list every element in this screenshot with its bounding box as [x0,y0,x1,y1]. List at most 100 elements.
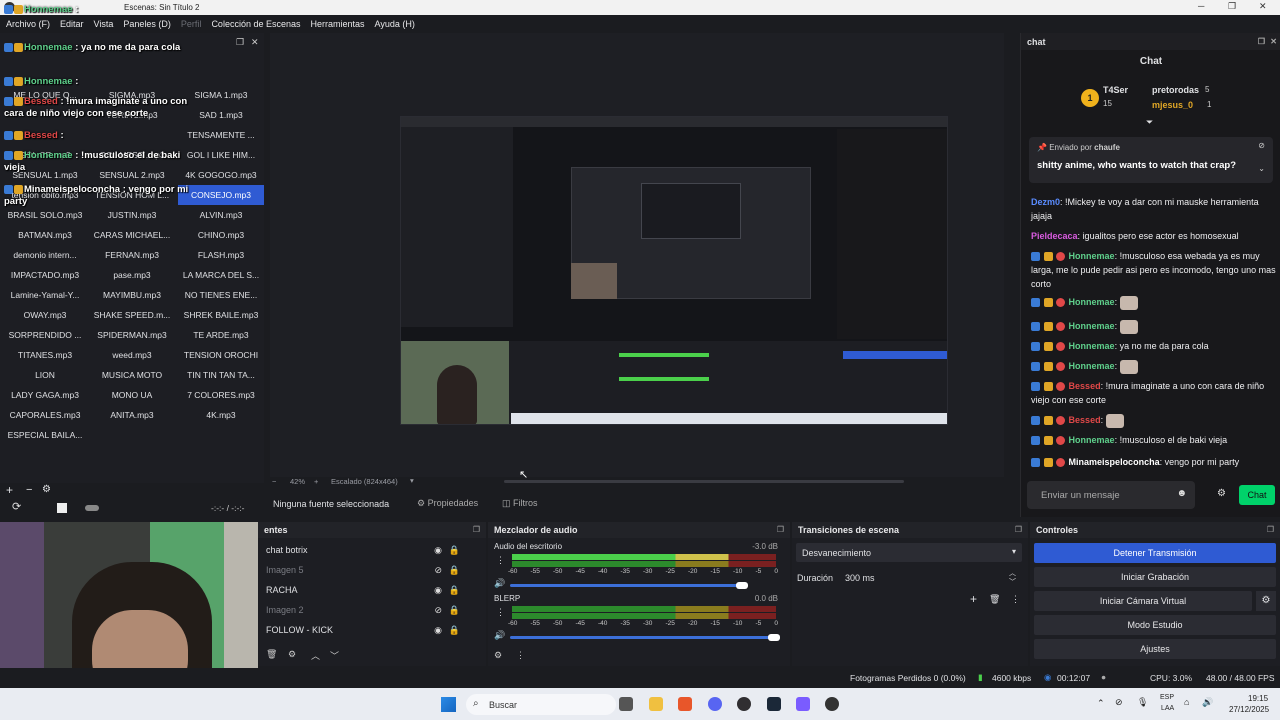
sound-button[interactable]: SORPRENDIDO ... [4,325,86,345]
chat-username[interactable]: Honnemae [1069,361,1115,371]
sound-button[interactable]: MAYIMBU.mp3 [90,285,174,305]
volume-icon[interactable] [85,505,99,511]
move-down-icon[interactable]: ﹀ [330,649,339,662]
virtual-camera-settings-icon[interactable]: ⚙ [1256,591,1276,611]
source-item[interactable]: FOLLOW - KICK ◉ 🔒 [258,620,486,640]
sound-button[interactable]: TITANES.mp3 [4,345,86,365]
chat-username[interactable]: Honnemae [1069,341,1115,351]
volume-slider[interactable] [510,584,744,587]
clock-time[interactable]: 19:15 [1248,694,1268,703]
lock-icon[interactable]: 🔒 [449,620,460,640]
mixer-settings-icon[interactable]: ⚙ [494,650,502,661]
sound-button[interactable]: LION [4,365,86,385]
chat-username[interactable]: Minameispeloconcha [1069,457,1160,467]
emoji-icon[interactable]: ☻ [1176,488,1187,499]
minimize-button[interactable]: ─ [1198,1,1204,11]
dock-float-icon[interactable]: ❐ [473,525,480,534]
volume-slider-handle[interactable] [736,582,748,589]
chat-username[interactable]: Pieldecaca [1031,231,1078,241]
source-item[interactable]: chat botrix ◉ 🔒 [258,540,486,560]
lock-icon[interactable]: 🔒 [449,580,460,600]
sound-button[interactable]: TIN TIN TAN TA... [178,365,264,385]
lock-icon[interactable]: 🔒 [449,560,460,580]
menu-perfil[interactable]: Perfil [181,19,202,29]
eye-hidden-icon[interactable]: ⊘ [434,560,442,580]
network-icon[interactable]: ⌂ [1184,697,1189,707]
sound-button[interactable]: 4K.mp3 [178,405,264,425]
dock-close-icon[interactable]: ✕ [1270,37,1277,46]
soundboard-settings-icon[interactable]: ⚙ [42,484,51,495]
sound-button[interactable]: 7 COLORES.mp3 [178,385,264,405]
sound-button[interactable] [90,125,174,145]
sound-button[interactable]: MUSICA MOTO [90,365,174,385]
chat-username[interactable]: Honnemae [1069,251,1115,261]
sound-button[interactable]: BATMAN.mp3 [4,225,86,245]
menu-archivo[interactable]: Archivo (F) [6,19,50,29]
task-view-icon[interactable] [619,697,633,711]
stepper-down-icon[interactable]: ﹀ [1009,577,1016,587]
file-explorer-icon[interactable] [649,697,663,711]
dock-float-icon[interactable]: ❐ [1258,37,1265,46]
sound-button[interactable] [178,425,264,445]
sound-button[interactable]: IMPACTADO.mp3 [4,265,86,285]
speaker-icon[interactable]: 🔊 [494,630,505,641]
tray-icon[interactable]: ⊘ [1115,697,1123,708]
sound-button[interactable]: weed.mp3 [90,345,174,365]
lock-icon[interactable]: 🔒 [449,540,460,560]
sound-button[interactable]: FERNAN.mp3 [90,245,174,265]
eye-icon[interactable]: ◉ [434,540,442,560]
chat-username[interactable]: Honnemae [1069,435,1115,445]
sound-button[interactable]: ANITA.mp3 [90,405,174,425]
taskbar-search[interactable]: ⌕ Buscar [466,694,616,715]
sound-button[interactable]: TENSAMENTE ... [178,125,264,145]
sound-button[interactable]: CARAS MICHAEL... [90,225,174,245]
brave-browser-icon[interactable] [678,697,692,711]
volume-icon[interactable]: 🔊 [1202,697,1213,708]
steam-icon[interactable] [767,697,781,711]
volume-slider-handle[interactable] [768,634,780,641]
chat-username[interactable]: Bessed [1069,415,1101,425]
remove-source-icon[interactable]: 🗑 [266,649,277,660]
preview-scrollbar[interactable] [504,480,904,483]
move-up-icon[interactable]: ︿ [311,649,320,662]
sound-button[interactable]: CHINO.mp3 [178,225,264,245]
transition-menu-icon[interactable]: ⋮ [1011,594,1020,605]
scale-dropdown-icon[interactable]: ▾ [410,476,414,485]
settings-button[interactable]: Ajustes [1034,639,1276,659]
dock-float-icon[interactable]: ❐ [1015,525,1022,534]
chat-input[interactable]: Enviar un mensaje ☻ [1027,481,1195,509]
eye-icon[interactable]: ◉ [434,620,442,640]
chat-send-button[interactable]: Chat [1239,485,1275,505]
sound-button[interactable]: CAPORALES.mp3 [4,405,86,425]
dock-float-icon[interactable]: ❐ [777,525,784,534]
remove-sound-button[interactable]: − [26,484,32,496]
sound-button[interactable]: NO TIENES ENE... [178,285,264,305]
clock-date[interactable]: 27/12/2025 [1229,705,1269,714]
properties-button[interactable]: ⚙ Propiedades [417,498,478,509]
add-sound-button[interactable]: + [6,483,13,497]
language-code[interactable]: ESP [1160,694,1174,701]
menu-coleccion[interactable]: Colección de Escenas [211,19,300,29]
maximize-button[interactable]: ❐ [1228,1,1236,12]
volume-slider[interactable] [510,636,776,639]
dock-close-icon[interactable]: ✕ [251,37,259,48]
windows-start-icon[interactable] [441,697,456,712]
microphone-icon[interactable]: 🎙 [1137,697,1148,708]
chat-username[interactable]: Honnemae [1069,321,1115,331]
menu-vista[interactable]: Vista [94,19,114,29]
duration-input[interactable]: 300 ms ︿ ﹀ [840,568,1022,587]
transition-select[interactable]: Desvanecimiento ▾ [796,543,1022,562]
sound-button[interactable]: SHREK BAILE.mp3 [178,305,264,325]
leaderboard-collapse-icon[interactable]: ⏷ [1146,117,1153,128]
stop-stream-button[interactable]: Detener Transmisión [1034,543,1276,563]
sound-button[interactable]: ALVIN.mp3 [178,205,264,225]
mixer-menu-icon[interactable]: ⋮ [516,650,525,661]
filters-button[interactable]: ◫ Filtros [502,498,538,509]
zoom-out-button[interactable]: − [272,477,276,486]
virtual-camera-button[interactable]: Iniciar Cámara Virtual [1034,591,1252,611]
speaker-icon[interactable]: 🔊 [494,578,505,589]
dock-float-icon[interactable]: ❐ [1267,525,1274,534]
source-item[interactable]: Imagen 2 ⊘ 🔒 [258,600,486,620]
sound-button[interactable]: BRASIL SOLO.mp3 [4,205,86,225]
menu-editar[interactable]: Editar [60,19,84,29]
